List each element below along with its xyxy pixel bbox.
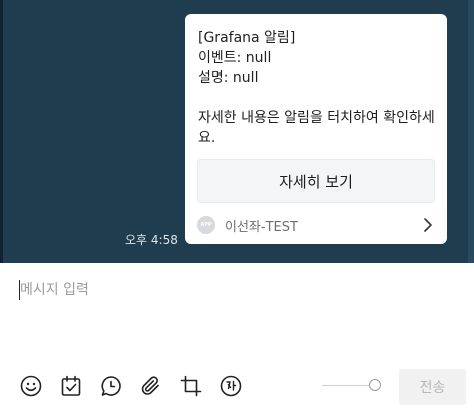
translate-icon[interactable] [219, 374, 243, 398]
slider-track [322, 385, 374, 386]
card-footer[interactable]: APP 이선좌-TEST [197, 214, 435, 236]
sender-name: 이선좌-TEST [225, 219, 298, 235]
message-input[interactable] [20, 279, 440, 301]
send-button[interactable]: 전송 [399, 369, 466, 405]
paperclip-icon[interactable] [139, 374, 163, 398]
crop-icon[interactable] [179, 374, 203, 398]
card-text: [Grafana 알림] 이벤트: null 설명: null 자세한 내용은 … [198, 28, 438, 148]
app-icon: APP [197, 216, 215, 234]
notification-card: [Grafana 알림] 이벤트: null 설명: null 자세한 내용은 … [185, 14, 447, 244]
card-event-line: 이벤트: null [198, 50, 272, 66]
card-title: [Grafana 알림] [198, 30, 296, 46]
card-body: 자세한 내용은 알림을 터치하여 확인하세요. [198, 110, 435, 146]
opacity-slider[interactable] [322, 379, 382, 393]
emoji-icon[interactable] [19, 374, 43, 398]
speech-bubble-icon[interactable] [99, 374, 123, 398]
slider-knob[interactable] [369, 379, 381, 391]
view-details-button[interactable]: 자세히 보기 [197, 159, 435, 203]
chevron-right-icon[interactable] [421, 216, 435, 234]
scrollbar[interactable] [468, 0, 474, 263]
calendar-check-icon[interactable] [59, 374, 83, 398]
card-spacer [198, 88, 438, 108]
message-timestamp: 오후 4:58 [125, 233, 178, 247]
chat-messages-area: 오후 4:58 [Grafana 알림] 이벤트: null 설명: null … [0, 0, 474, 263]
card-description-line: 설명: null [198, 70, 259, 86]
